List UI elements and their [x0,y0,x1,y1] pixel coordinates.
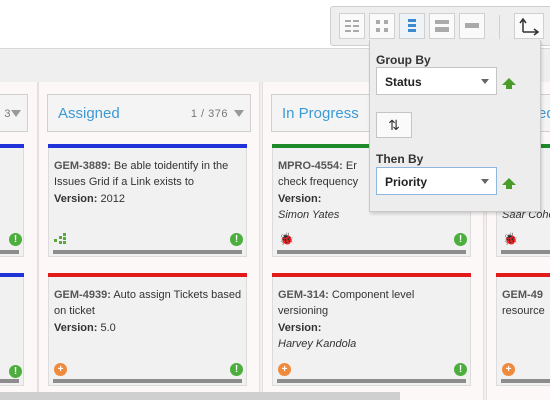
progress-bar [277,379,466,383]
card-view-icon [376,20,388,32]
split-view-button[interactable] [429,13,455,39]
grid-view-icon [345,20,359,32]
progress-bar [501,250,550,254]
card-key[interactable]: GEM-4939: [54,289,111,301]
sort-ascending-icon[interactable] [502,178,516,189]
bug-icon: 🐞 [279,232,294,246]
progress-bar [501,379,550,383]
card-gem-3889[interactable]: GEM-3889: Be able toidentify in the Issu… [48,144,247,257]
then-by-value: Priority [385,175,428,189]
status-ok-icon: ! [230,233,243,246]
card-version: Version: [278,193,321,205]
card-gem-314[interactable]: GEM-314: Component level versioning Vers… [272,273,471,386]
priority-bar [0,273,24,277]
progress-bar [277,250,466,254]
progress-bar [53,250,242,254]
column-header-assigned[interactable]: Assigned 1 / 376 [47,94,251,132]
chevron-down-icon [481,179,489,184]
grid-view-button[interactable] [339,13,365,39]
add-icon: + [502,363,515,376]
version-label: Version: [278,193,322,205]
priority-bar [48,144,247,148]
card-title: GEM-314: Component level versioning [278,287,466,319]
column-dropdown-icon[interactable] [11,110,21,117]
status-ok-icon: ! [9,233,22,246]
status-ok-icon: ! [454,363,467,376]
status-ok-icon: ! [454,233,467,246]
progress-bar [53,379,242,383]
card-summary: resource [502,305,545,317]
card-partial-left-2[interactable]: ! [0,273,24,386]
card-version: Version: 5.0 [54,322,116,334]
lane-view-icon [408,19,416,32]
horizontal-scrollbar[interactable] [0,392,400,400]
swap-button[interactable]: ⇅ [376,112,412,138]
swap-icon: ⇅ [388,117,400,133]
version-label: Version: [54,322,98,334]
version-value: 5.0 [100,322,116,334]
card-key[interactable]: GEM-314: [278,289,329,301]
bug-icon: 🐞 [503,232,518,246]
version-label: Version: [54,193,98,205]
chevron-down-icon [481,79,489,84]
card-title: GEM-3889: Be able toidentify in the Issu… [54,158,242,190]
add-icon: + [278,363,291,376]
card-title: GEM-4939: Auto assign Tickets based on t… [54,287,242,319]
card-key[interactable]: GEM-49 [502,289,543,301]
row-view-button[interactable] [459,13,485,39]
then-by-label: Then By [376,152,424,166]
priority-bar [0,144,24,148]
add-icon: + [54,363,67,376]
sort-ascending-icon[interactable] [502,78,516,89]
priority-bar [48,273,247,277]
then-by-select[interactable]: Priority [376,167,497,195]
card-partial-right-2[interactable]: GEM-49 resource + [496,273,550,386]
card-gem-4939[interactable]: GEM-4939: Auto assign Tickets based on t… [48,273,247,386]
split-view-icon [435,20,449,32]
card-title: GEM-49 resource [502,287,550,319]
axes-icon [519,17,540,36]
card-resource: Simon Yates [278,209,340,221]
version-value: 2012 [100,193,125,205]
group-by-value: Status [385,75,422,89]
card-summary-line2: check frequency [278,176,359,188]
column-title: Assigned [58,105,120,122]
group-by-button[interactable] [514,13,544,39]
column-header-left[interactable]: 3 [0,94,28,132]
card-partial-left-1[interactable]: ! [0,144,24,257]
link-icon [54,233,68,245]
card-resource: Harvey Kandola [278,338,357,350]
card-version: Version: [278,322,321,334]
status-ok-icon: ! [230,363,243,376]
card-view-button[interactable] [369,13,395,39]
priority-bar [272,273,471,277]
progress-bar [0,250,19,254]
card-summary: Er [345,160,357,172]
column-count: 1 / 376 [190,108,228,120]
card-key[interactable]: MPRO-4554: [278,160,343,172]
status-ok-icon: ! [9,365,22,378]
row-view-icon [465,23,479,28]
toolbar-separator [499,15,500,39]
column-count: 3 [4,108,11,120]
group-by-select[interactable]: Status [376,67,497,95]
version-label: Version: [278,322,322,334]
card-version: Version: 2012 [54,193,125,205]
priority-bar [496,273,550,277]
group-by-popup: Group By Status ⇅ Then By Priority [369,40,541,212]
lane-view-button[interactable] [399,13,425,39]
progress-bar [0,379,19,383]
card-key[interactable]: GEM-3889: [54,160,111,172]
column-title: In Progress [282,105,359,122]
kanban-board-screen: 3 Assigned 1 / 376 In Progress ed ! ! GE… [0,0,550,400]
column-dropdown-icon[interactable] [234,110,244,117]
group-by-label: Group By [376,53,431,67]
